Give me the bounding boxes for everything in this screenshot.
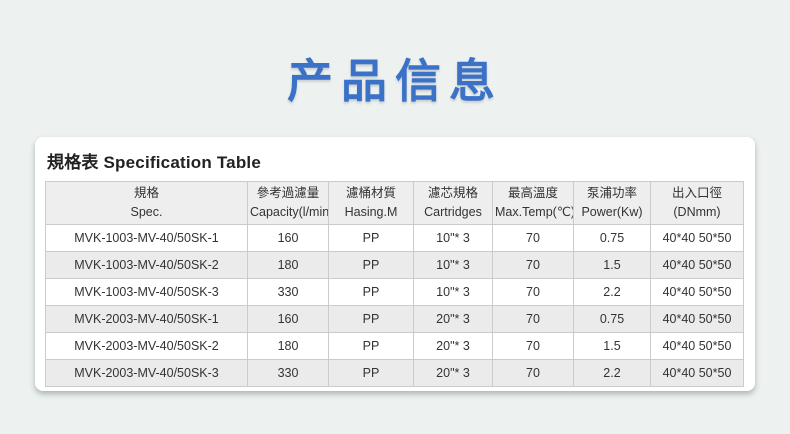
table-row: MVK-2003-MV-40/50SK-3 330 PP 20"* 3 70 2… (46, 359, 744, 386)
specification-table: 規格 Spec. 參考過濾量 Capacity(l/min) 濾桶材質 Hasi… (45, 181, 744, 387)
cell-port-size: 40*40 50*50 (651, 332, 744, 359)
cell-power: 0.75 (574, 224, 651, 251)
column-header-housing-material: 濾桶材質 Hasing.M (329, 181, 414, 224)
column-header-cartridges-zh: 濾芯規格 (416, 184, 490, 202)
cell-spec: MVK-1003-MV-40/50SK-3 (46, 278, 248, 305)
cell-cartridges: 10"* 3 (414, 251, 493, 278)
cell-housing-material: PP (329, 332, 414, 359)
cell-capacity: 180 (248, 251, 329, 278)
column-header-housing-material-en: Hasing.M (331, 203, 411, 221)
cell-power: 0.75 (574, 305, 651, 332)
cell-housing-material: PP (329, 278, 414, 305)
cell-capacity: 160 (248, 224, 329, 251)
cell-max-temp: 70 (493, 251, 574, 278)
cell-max-temp: 70 (493, 305, 574, 332)
cell-max-temp: 70 (493, 332, 574, 359)
column-header-max-temp-zh: 最高溫度 (495, 184, 571, 202)
spec-card-heading: 規格表 Specification Table (47, 148, 745, 173)
cell-spec: MVK-1003-MV-40/50SK-1 (46, 224, 248, 251)
column-header-power-zh: 泵浦功率 (576, 184, 648, 202)
cell-cartridges: 20"* 3 (414, 332, 493, 359)
column-header-cartridges: 濾芯規格 Cartridges (414, 181, 493, 224)
table-header-row: 規格 Spec. 參考過濾量 Capacity(l/min) 濾桶材質 Hasi… (46, 181, 744, 224)
cell-capacity: 330 (248, 278, 329, 305)
cell-capacity: 160 (248, 305, 329, 332)
column-header-power: 泵浦功率 Power(Kw) (574, 181, 651, 224)
cell-capacity: 330 (248, 359, 329, 386)
cell-cartridges: 10"* 3 (414, 278, 493, 305)
cell-port-size: 40*40 50*50 (651, 224, 744, 251)
table-row: MVK-1003-MV-40/50SK-3 330 PP 10"* 3 70 2… (46, 278, 744, 305)
column-header-port-size: 出入口徑 (DNmm) (651, 181, 744, 224)
page-title: 产品信息 (0, 0, 790, 107)
column-header-power-en: Power(Kw) (576, 203, 648, 221)
column-header-capacity: 參考過濾量 Capacity(l/min) (248, 181, 329, 224)
cell-max-temp: 70 (493, 278, 574, 305)
cell-spec: MVK-2003-MV-40/50SK-3 (46, 359, 248, 386)
cell-cartridges: 20"* 3 (414, 359, 493, 386)
cell-spec: MVK-2003-MV-40/50SK-2 (46, 332, 248, 359)
column-header-spec: 規格 Spec. (46, 181, 248, 224)
column-header-spec-en: Spec. (48, 203, 245, 221)
column-header-capacity-en: Capacity(l/min) (250, 203, 326, 221)
cell-cartridges: 20"* 3 (414, 305, 493, 332)
column-header-spec-zh: 規格 (48, 184, 245, 202)
cell-max-temp: 70 (493, 224, 574, 251)
cell-power: 1.5 (574, 332, 651, 359)
column-header-max-temp: 最高溫度 Max.Temp(℃) (493, 181, 574, 224)
cell-housing-material: PP (329, 224, 414, 251)
column-header-cartridges-en: Cartridges (416, 203, 490, 221)
column-header-port-size-zh: 出入口徑 (653, 184, 741, 202)
cell-housing-material: PP (329, 251, 414, 278)
cell-spec: MVK-1003-MV-40/50SK-2 (46, 251, 248, 278)
cell-spec: MVK-2003-MV-40/50SK-1 (46, 305, 248, 332)
cell-capacity: 180 (248, 332, 329, 359)
cell-port-size: 40*40 50*50 (651, 251, 744, 278)
cell-housing-material: PP (329, 305, 414, 332)
column-header-port-size-en: (DNmm) (653, 203, 741, 221)
table-row: MVK-2003-MV-40/50SK-1 160 PP 20"* 3 70 0… (46, 305, 744, 332)
table-row: MVK-1003-MV-40/50SK-1 160 PP 10"* 3 70 0… (46, 224, 744, 251)
cell-power: 2.2 (574, 359, 651, 386)
cell-port-size: 40*40 50*50 (651, 278, 744, 305)
table-row: MVK-2003-MV-40/50SK-2 180 PP 20"* 3 70 1… (46, 332, 744, 359)
cell-port-size: 40*40 50*50 (651, 359, 744, 386)
cell-max-temp: 70 (493, 359, 574, 386)
column-header-max-temp-en: Max.Temp(℃) (495, 203, 571, 221)
column-header-capacity-zh: 參考過濾量 (250, 184, 326, 202)
cell-housing-material: PP (329, 359, 414, 386)
spec-card: 規格表 Specification Table 規格 Spec. 參考過濾量 C… (35, 137, 755, 391)
cell-power: 1.5 (574, 251, 651, 278)
cell-cartridges: 10"* 3 (414, 224, 493, 251)
table-row: MVK-1003-MV-40/50SK-2 180 PP 10"* 3 70 1… (46, 251, 744, 278)
column-header-housing-material-zh: 濾桶材質 (331, 184, 411, 202)
cell-power: 2.2 (574, 278, 651, 305)
cell-port-size: 40*40 50*50 (651, 305, 744, 332)
